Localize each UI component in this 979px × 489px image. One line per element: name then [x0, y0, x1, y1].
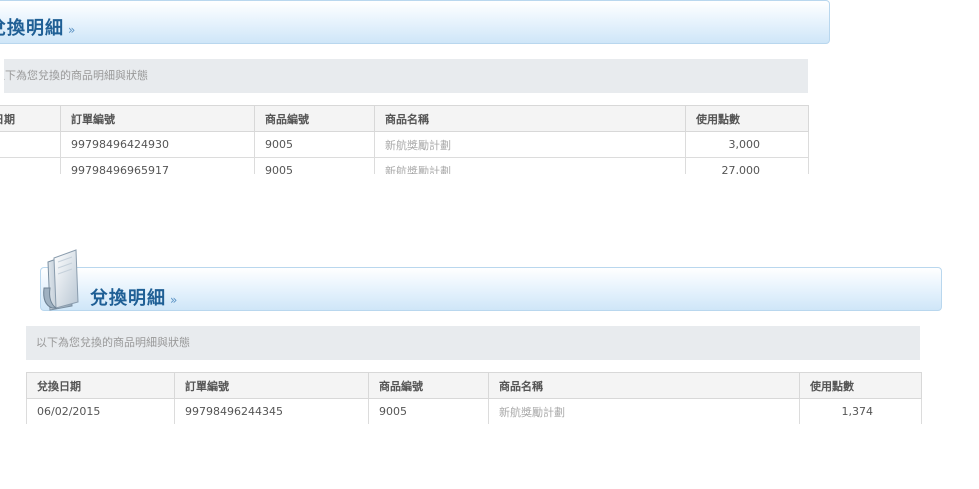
- redemption-section-1: 兌換明細» 以下為您兌換的商品明細與狀態 兌換日期 訂單編號 商品編號 商品名稱…: [0, 0, 840, 174]
- cell-order: 99798496244345: [174, 398, 369, 424]
- section-title: 兌換明細»: [90, 288, 179, 309]
- section-title: 兌換明細»: [0, 18, 77, 39]
- redemption-table: 兌換日期 訂單編號 商品編號 商品名稱 使用點數 99798496424930 …: [0, 105, 809, 174]
- column-header-product-name: 商品名稱: [488, 372, 800, 399]
- cell-product-name: 新航獎勵計劃: [374, 131, 686, 158]
- column-header-order: 訂單編號: [174, 372, 369, 399]
- table-header-row: 兌換日期 訂單編號 商品編號 商品名稱 使用點數: [0, 105, 809, 132]
- cell-points: 3,000: [685, 131, 809, 158]
- column-header-points: 使用點數: [799, 372, 922, 399]
- cell-date: [0, 131, 61, 158]
- table-row: 99798496424930 9005 新航獎勵計劃 3,000: [0, 131, 809, 158]
- cell-order: 99798496965917: [60, 157, 255, 174]
- section-subtitle-bar: 以下為您兌換的商品明細與狀態: [26, 326, 920, 360]
- raquo-icon: »: [170, 293, 179, 307]
- column-header-product-name: 商品名稱: [374, 105, 686, 132]
- column-header-date: 兌換日期: [26, 372, 175, 399]
- raquo-icon: »: [68, 23, 77, 37]
- section-header-bar: [0, 0, 830, 44]
- cell-product-id: 9005: [368, 398, 489, 424]
- cell-date: [0, 157, 61, 174]
- column-header-product-id: 商品編號: [368, 372, 489, 399]
- cell-product-id: 9005: [254, 131, 375, 158]
- redemption-table: 兌換日期 訂單編號 商品編號 商品名稱 使用點數 06/02/2015 9979…: [26, 372, 922, 424]
- column-header-order: 訂單編號: [60, 105, 255, 132]
- redemption-section-2: 兌換明細» 以下為您兌換的商品明細與狀態 兌換日期 訂單編號 商品編號 商品名稱…: [0, 240, 979, 424]
- section-subtitle-bar: 以下為您兌換的商品明細與狀態: [4, 59, 808, 93]
- column-header-date: 兌換日期: [0, 105, 61, 132]
- column-header-points: 使用點數: [685, 105, 809, 132]
- table-header-row: 兌換日期 訂單編號 商品編號 商品名稱 使用點數: [26, 372, 922, 399]
- cell-order: 99798496424930: [60, 131, 255, 158]
- cell-date: 06/02/2015: [26, 398, 175, 424]
- column-header-product-id: 商品編號: [254, 105, 375, 132]
- folder-icon: [43, 249, 79, 311]
- cell-points: 1,374: [799, 398, 922, 424]
- cell-product-id: 9005: [254, 157, 375, 174]
- section-subtitle: 以下為您兌換的商品明細與狀態: [36, 336, 190, 349]
- cell-product-name: 新航獎勵計劃: [374, 157, 686, 174]
- cell-points: 27,000: [685, 157, 809, 174]
- table-row: 99798496965917 9005 新航獎勵計劃 27,000: [0, 157, 809, 174]
- cell-product-name: 新航獎勵計劃: [488, 398, 800, 424]
- section-subtitle: 以下為您兌換的商品明細與狀態: [4, 69, 148, 82]
- table-row: 06/02/2015 99798496244345 9005 新航獎勵計劃 1,…: [26, 398, 922, 424]
